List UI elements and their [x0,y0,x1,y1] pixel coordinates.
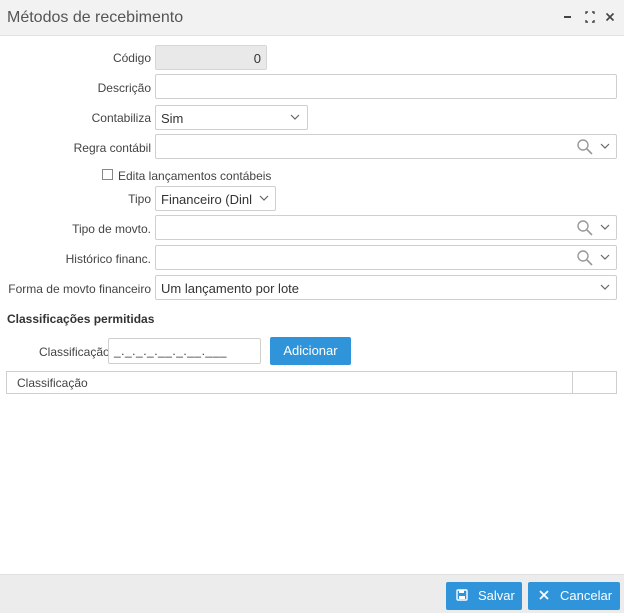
tipo-movto-input[interactable] [155,215,617,240]
window-titlebar: Métodos de recebimento [0,0,624,36]
close-icon[interactable] [603,9,617,25]
classificacao-input[interactable]: _._._._.__._.__.___ [108,338,261,364]
historico-label: Histórico financ. [65,252,151,266]
forma-label: Forma de movto financeiro [8,282,151,296]
search-icon[interactable] [576,219,594,237]
table-header-classificacao: Classificação [17,376,88,390]
table-column-divider [572,372,573,393]
forma-value: Um lançamento por lote [161,281,300,296]
tipo-label: Tipo [128,192,151,206]
tipo-select[interactable]: Financeiro (Dinl [155,186,276,211]
chevron-down-icon [258,190,270,206]
chevron-down-icon[interactable] [599,138,611,154]
classificacoes-table: Classificação [6,371,617,394]
minimize-icon[interactable] [561,9,575,25]
descricao-input[interactable] [155,74,617,99]
regra-label: Regra contábil [73,141,151,155]
search-icon[interactable] [576,138,594,156]
search-icon[interactable] [576,249,594,267]
tipo-movto-label: Tipo de movto. [72,222,151,236]
cancel-label: Cancelar [560,588,613,603]
contabiliza-label: Contabiliza [91,111,151,125]
contabiliza-value: Sim [161,111,184,126]
descricao-label: Descrição [97,81,151,95]
codigo-field: 0 [155,45,267,70]
edita-label: Edita lançamentos contábeis [118,169,272,183]
contabiliza-select[interactable]: Sim [155,105,308,130]
chevron-down-icon [289,109,301,125]
classificacao-mask: _._._._.__._.__.___ [114,344,227,358]
edita-checkbox[interactable] [102,169,113,180]
save-icon [456,589,468,601]
cancel-button[interactable]: Cancelar [528,582,620,610]
close-icon [538,589,550,601]
regra-contabil-input[interactable] [155,134,617,159]
adicionar-button[interactable]: Adicionar [270,337,351,365]
classificacao-label: Classificação [39,345,110,359]
save-label: Salvar [478,588,515,603]
save-button[interactable]: Salvar [446,582,522,610]
historico-input[interactable] [155,245,617,270]
dialog-footer: Salvar Cancelar [0,574,624,613]
chevron-down-icon [599,279,611,295]
tipo-value: Financeiro (Dinl [161,192,253,207]
chevron-down-icon[interactable] [599,249,611,265]
maximize-icon[interactable] [583,9,597,25]
window-title: Métodos de recebimento [7,9,184,26]
codigo-label: Código [112,51,151,65]
section-title: Classificações permitidas [7,312,155,326]
codigo-value: 0 [253,51,261,66]
chevron-down-icon[interactable] [599,219,611,235]
forma-select[interactable]: Um lançamento por lote [155,275,617,300]
